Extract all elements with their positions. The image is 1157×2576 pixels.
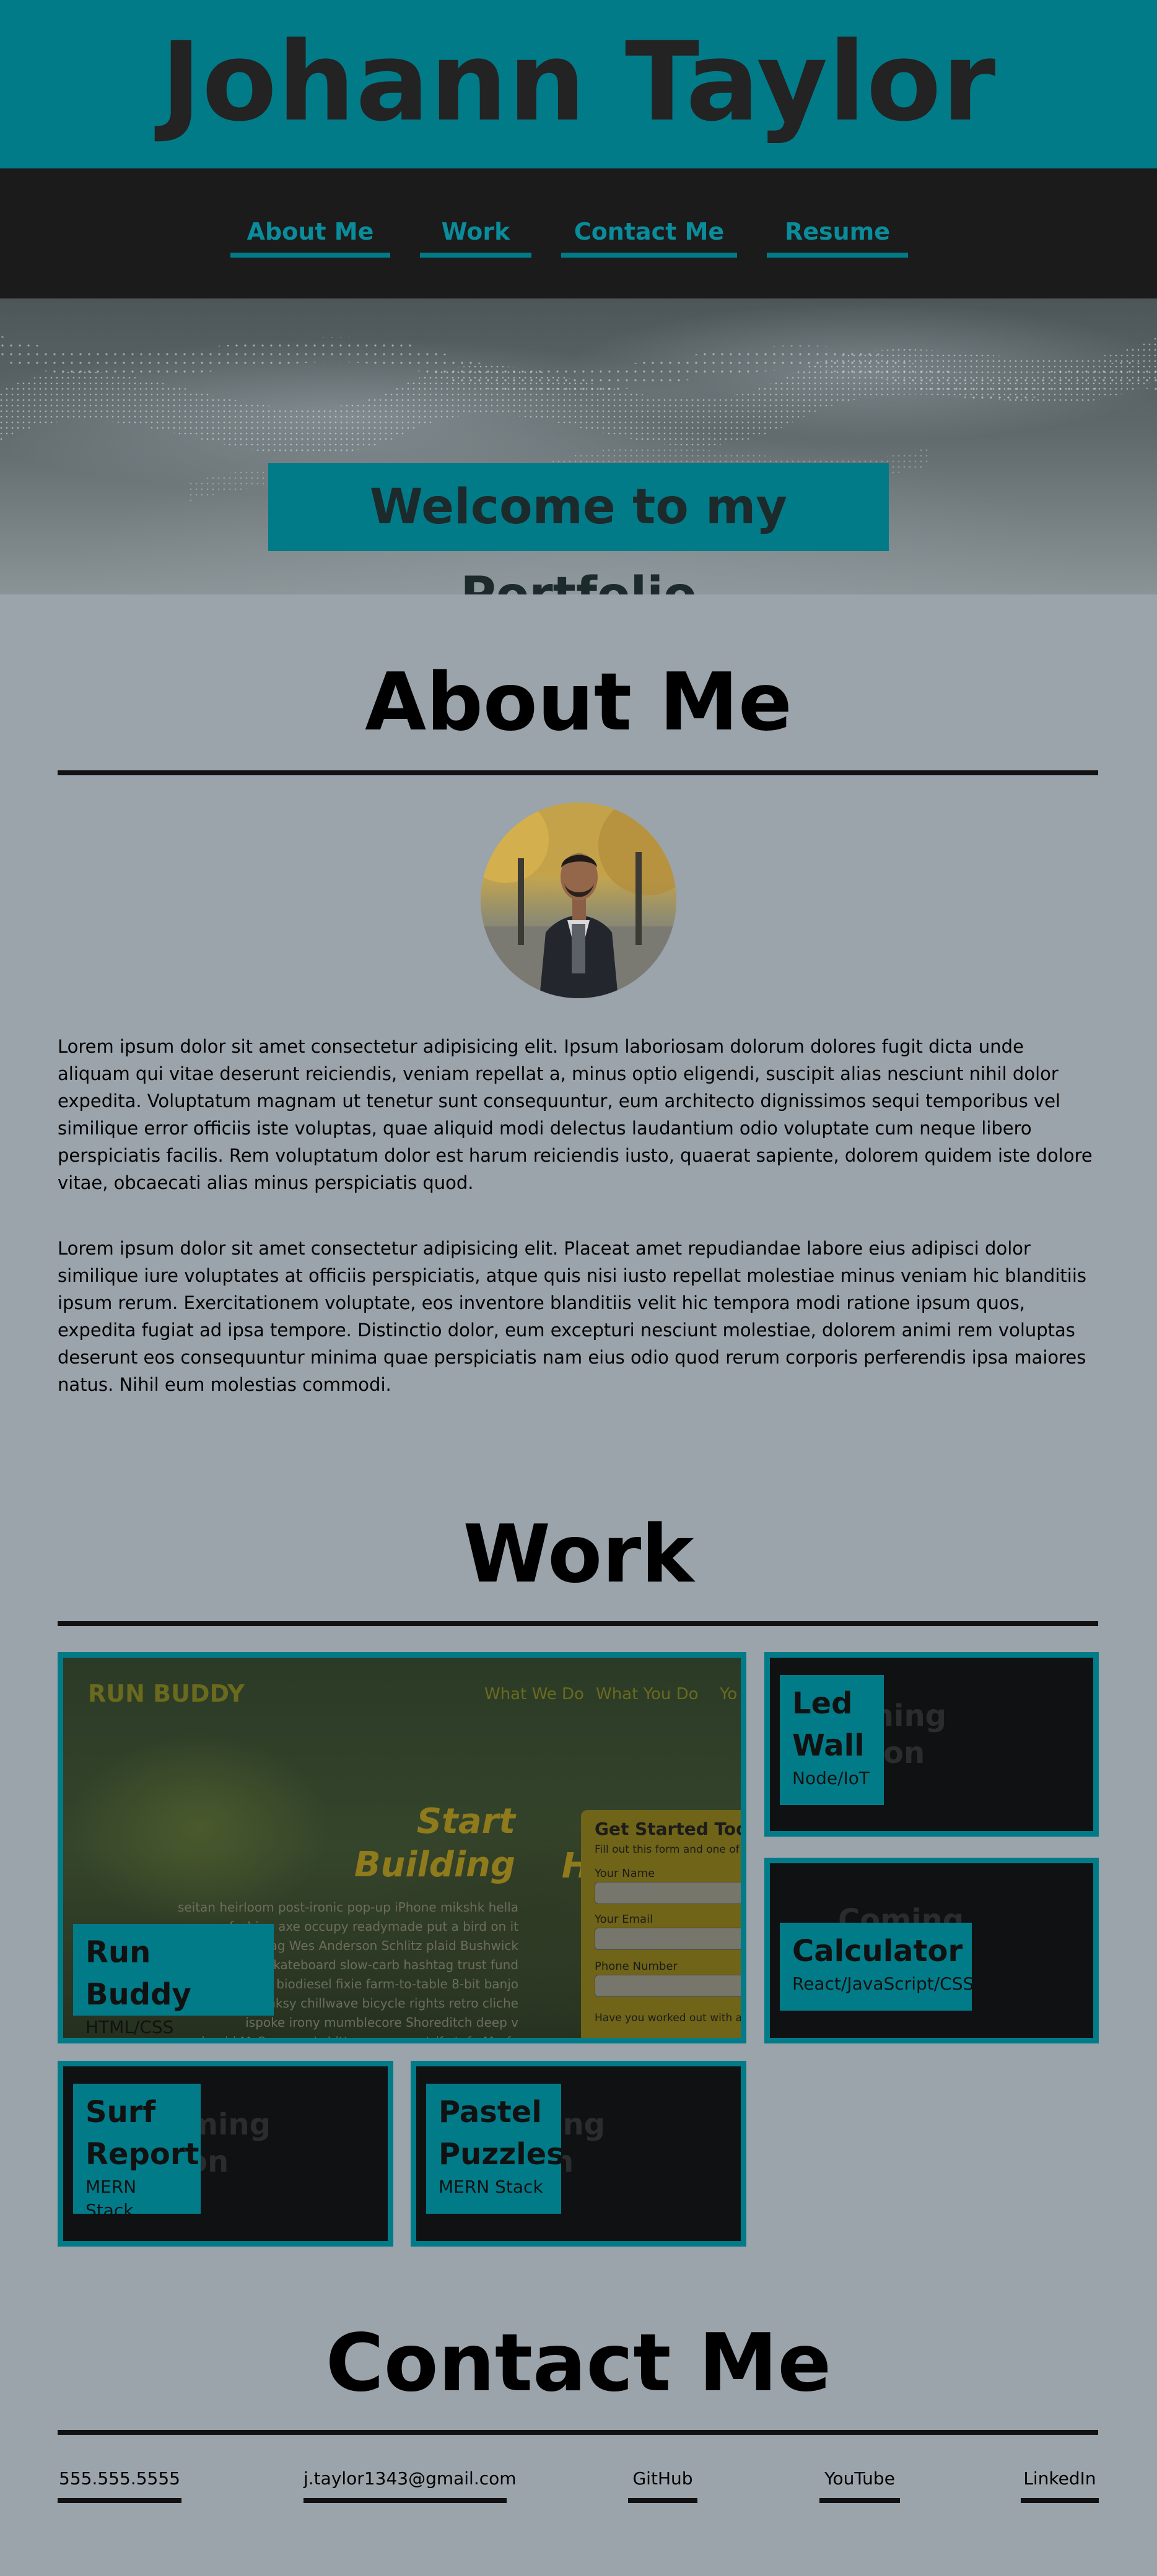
run-buddy-email-input[interactable] xyxy=(595,1928,741,1950)
project-title: Pastel Puzzles xyxy=(439,2095,564,2172)
avatar xyxy=(481,803,676,998)
nav-link-resume[interactable]: Resume xyxy=(767,213,908,258)
project-title: Run Buddy xyxy=(85,1935,191,2012)
contact-email-link[interactable]: j.taylor1343@gmail.com xyxy=(303,2466,517,2503)
hero-banner: Welcome to my Portfolio xyxy=(0,298,1157,594)
run-buddy-email-label: Your Email xyxy=(595,1913,653,1926)
project-title: Surf Report xyxy=(85,2095,199,2172)
project-label-pastel-puzzles: Pastel Puzzles MERN Stack xyxy=(426,2084,564,2214)
project-label-led-wall: Led Wall Node/IoT xyxy=(780,1675,884,1805)
run-buddy-form-title: Get Started Today xyxy=(595,1819,741,1839)
about-paragraph-2: Lorem ipsum dolor sit amet consectetur a… xyxy=(58,1238,1086,1395)
project-title: Calculator xyxy=(792,1934,963,1969)
project-card-surf-report[interactable]: ming on Surf Report MERN Stack xyxy=(58,2061,393,2247)
site-title: Johann Taylor xyxy=(160,19,997,146)
contact-linkedin-link[interactable]: LinkedIn xyxy=(1021,2466,1099,2503)
run-buddy-nav-1: What We Do xyxy=(484,1685,584,1704)
project-stack: HTML/CSS xyxy=(85,2017,174,2037)
contact-heading: Contact Me xyxy=(325,2317,832,2409)
run-buddy-form-subtitle: Fill out this form and one of o xyxy=(595,1843,746,1856)
project-label-run-buddy: Run Buddy HTML/CSS xyxy=(73,1924,274,2037)
project-label-calculator: Calculator React/JavaScript/CSS xyxy=(780,1923,974,2011)
project-card-run-buddy[interactable]: RUN BUDDY What We Do What You Do Yo Star… xyxy=(58,1652,746,2043)
nav-link-about[interactable]: About Me xyxy=(230,213,390,258)
run-buddy-name-input[interactable] xyxy=(595,1882,741,1904)
run-buddy-line: seitan heirloom post-ironic pop-up iPhon… xyxy=(177,1900,518,1915)
project-stack: React/JavaScript/CSS xyxy=(792,1973,974,1994)
hero-title: Welcome to my Portfolio xyxy=(268,463,889,594)
project-stack: Node/IoT xyxy=(792,1768,870,1788)
project-label-surf-report: Surf Report MERN Stack xyxy=(73,2084,201,2221)
run-buddy-brand: RUN BUDDY xyxy=(88,1680,245,1707)
run-buddy-form: Get Started Today Fill out this form and… xyxy=(581,1810,746,2038)
contact-youtube-link[interactable]: YouTube xyxy=(819,2466,900,2503)
about-heading: About Me xyxy=(365,656,792,749)
run-buddy-form-footer: Have you worked out with a xyxy=(595,2012,743,2024)
project-title: Led Wall xyxy=(792,1686,865,1763)
project-card-led-wall[interactable]: ming oon Led Wall Node/IoT xyxy=(764,1652,1099,1837)
contact-divider xyxy=(58,2430,1098,2435)
work-divider xyxy=(58,1621,1098,1626)
work-heading: Work xyxy=(463,1508,694,1601)
run-buddy-nav-2: What You Do xyxy=(596,1685,699,1704)
about-paragraph-1: Lorem ipsum dolor sit amet consectetur a… xyxy=(58,1036,1093,1193)
nav-link-contact[interactable]: Contact Me xyxy=(561,213,737,258)
run-buddy-phone-label: Phone Number xyxy=(595,1960,678,1973)
project-card-calculator[interactable]: Coming Calculator React/JavaScript/CSS xyxy=(764,1858,1099,2043)
contact-phone-link[interactable]: 555.555.5555 xyxy=(58,2466,181,2503)
run-buddy-phone-input[interactable] xyxy=(595,1975,741,1997)
site-header: Johann Taylor xyxy=(0,0,1157,168)
project-card-pastel-puzzles[interactable]: ing n Pastel Puzzles MERN Stack xyxy=(411,2061,746,2247)
contact-github-link[interactable]: GitHub xyxy=(628,2466,697,2503)
project-stack: MERN Stack xyxy=(439,2177,543,2197)
about-divider xyxy=(58,770,1098,775)
project-stack: MERN Stack xyxy=(85,2177,137,2221)
run-buddy-nav-3: Yo xyxy=(720,1685,738,1704)
nav-link-work[interactable]: Work xyxy=(420,213,531,258)
main-nav: About Me Work Contact Me Resume xyxy=(0,168,1157,298)
profile-photo xyxy=(481,803,676,998)
run-buddy-name-label: Your Name xyxy=(595,1867,655,1880)
